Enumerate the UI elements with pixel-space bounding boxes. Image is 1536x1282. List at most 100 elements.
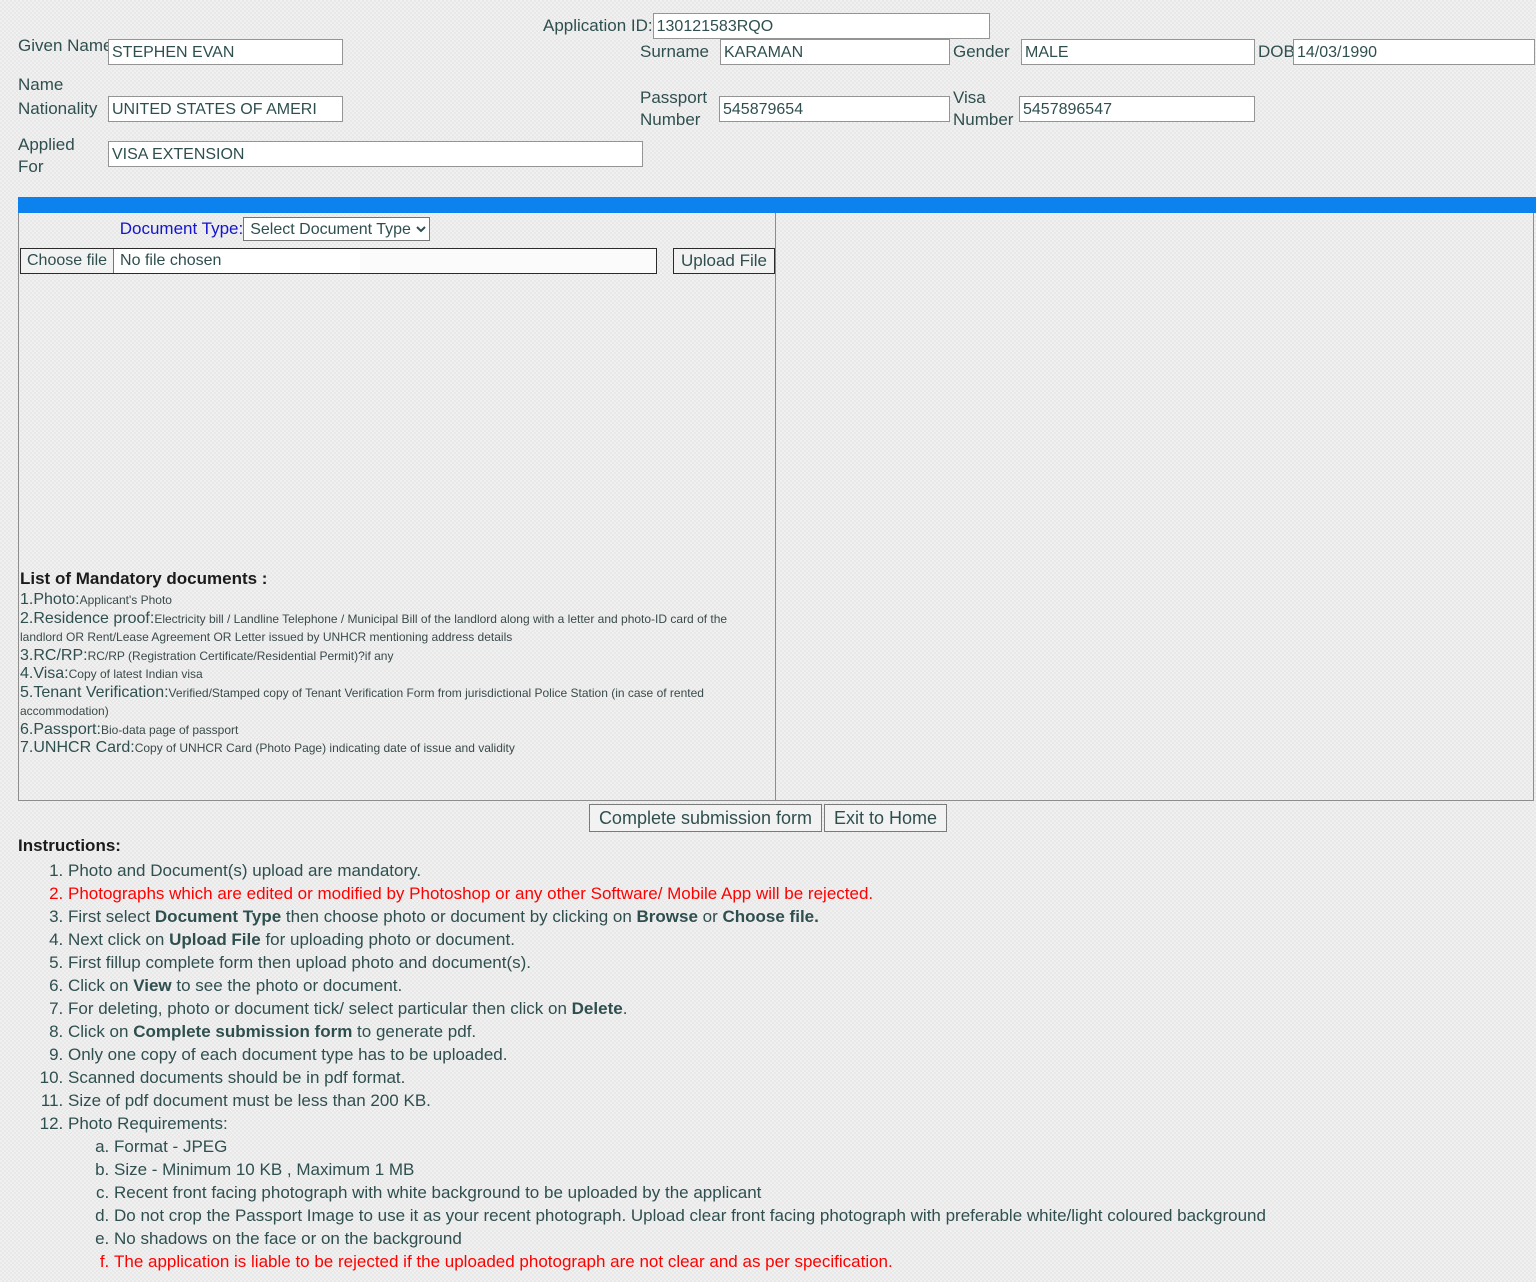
photo-requirement-item: No shadows on the face or on the backgro… <box>114 1227 1518 1250</box>
application-id-row: Application ID: 130121583RQO <box>0 0 1536 39</box>
instruction-emphasis: Choose file. <box>722 907 819 926</box>
instructions-title: Instructions: <box>18 836 121 855</box>
mandatory-item-key: Residence proof: <box>33 609 155 627</box>
instruction-text: . <box>622 999 628 1018</box>
instruction-item: Scanned documents should be in pdf forma… <box>68 1066 1518 1089</box>
instruction-emphasis: View <box>133 976 172 995</box>
passport-number-input[interactable]: 545879654 <box>719 96 950 122</box>
mandatory-item: 4.Visa:Copy of latest Indian visa <box>20 665 772 684</box>
visa-number-label: Visa <box>953 88 986 107</box>
instruction-text: For deleting, photo or document tick/ se… <box>68 999 572 1018</box>
instruction-text: to see the photo or document. <box>171 976 403 995</box>
mandatory-item-desc: Bio-data page of passport <box>100 722 239 737</box>
mandatory-item: 1.Photo:Applicant's Photo <box>20 591 772 610</box>
instruction-text: Next click on <box>68 930 170 949</box>
applied-for-label-line2: For <box>18 157 44 176</box>
instructions-section: Instructions: Photo and Document(s) uplo… <box>18 835 1518 1273</box>
mandatory-item: 2.Residence proof:Electricity bill / Lan… <box>20 610 772 647</box>
given-name-input[interactable]: STEPHEN EVAN <box>108 39 343 65</box>
document-type-row: Document Type: Select Document Type <box>19 213 775 245</box>
photo-requirement-item: Format - JPEG <box>114 1135 1518 1158</box>
instruction-emphasis: Browse <box>636 907 698 926</box>
applied-for-input[interactable]: VISA EXTENSION <box>108 141 643 167</box>
nationality-input[interactable]: UNITED STATES OF AMERI <box>108 96 343 122</box>
mandatory-item-key: UNHCR Card: <box>33 739 135 756</box>
instruction-text: then choose photo or document by clickin… <box>281 907 637 926</box>
instruction-emphasis: Document Type <box>154 907 282 926</box>
mandatory-item-key: Passport: <box>33 720 101 738</box>
mandatory-item-key: RC/RP: <box>33 646 88 664</box>
instruction-item: Photo and Document(s) upload are mandato… <box>68 859 1518 882</box>
mandatory-item-key: Visa: <box>33 665 69 682</box>
instruction-item: Click on View to see the photo or docume… <box>68 974 1518 997</box>
instruction-item: Click on Complete submission form to gen… <box>68 1020 1518 1043</box>
mandatory-item-desc: Copy of UNHCR Card (Photo Page) indicati… <box>134 741 515 755</box>
instruction-item: Only one copy of each document type has … <box>68 1043 1518 1066</box>
mandatory-item-number: 1. <box>20 591 34 608</box>
exit-to-home-button[interactable]: Exit to Home <box>824 804 948 832</box>
passport-number-label: Passport <box>640 88 708 107</box>
gender-input[interactable]: MALE <box>1021 39 1255 65</box>
application-id-input[interactable]: 130121583RQO <box>652 13 990 39</box>
file-input[interactable]: Choose file No file chosen <box>20 248 657 274</box>
instruction-emphasis: Complete submission form <box>133 1022 353 1041</box>
mandatory-item: 6.Passport:Bio-data page of passport <box>20 721 772 740</box>
instruction-text: for uploading photo or document. <box>260 930 515 949</box>
instruction-emphasis: Upload File <box>169 930 261 949</box>
document-type-label: Document Type: <box>119 219 244 238</box>
instruction-item: First select Document Type then choose p… <box>68 905 1518 928</box>
choose-file-button[interactable]: Choose file <box>21 249 115 273</box>
application-id-label: Application ID: <box>543 16 653 35</box>
given-name-label-line2: Name <box>18 75 64 94</box>
photo-requirement-item: Size - Minimum 10 KB , Maximum 1 MB <box>114 1158 1518 1181</box>
accent-bar <box>18 197 1536 213</box>
mandatory-item: 5.Tenant Verification:Verified/Stamped c… <box>20 684 772 721</box>
complete-submission-form-button[interactable]: Complete submission form <box>588 804 823 832</box>
mandatory-item-key: Photo: <box>33 591 80 608</box>
file-upload-row: Choose file No file chosen Upload File <box>20 248 775 274</box>
visa-number-label-line2: Number <box>953 110 1014 129</box>
mandatory-item-number: 3. <box>20 646 34 664</box>
instruction-item: Size of pdf document must be less than 2… <box>68 1089 1518 1112</box>
mandatory-item-number: 2. <box>20 609 34 627</box>
mandatory-item-number: 7. <box>20 739 34 756</box>
mandatory-item: 7.UNHCR Card:Copy of UNHCR Card (Photo P… <box>20 739 772 758</box>
upload-panel: Document Type: Select Document Type Choo… <box>18 213 1534 801</box>
dob-label: DOB <box>1258 42 1295 61</box>
passport-number-label-line2: Number <box>640 110 701 129</box>
instruction-text: Click on <box>68 976 134 995</box>
instruction-emphasis: Delete <box>571 999 623 1018</box>
name-row: Given Name STEPHEN EVAN Surname KARAMAN … <box>0 36 1536 83</box>
instruction-item: Next click on Upload File for uploading … <box>68 928 1518 951</box>
mandatory-item-number: 6. <box>20 720 34 738</box>
instruction-text: Click on <box>68 1022 134 1041</box>
instruction-text: First select <box>68 907 155 926</box>
photo-requirements-list: Format - JPEG Size - Minimum 10 KB , Max… <box>68 1135 1518 1273</box>
upload-file-button[interactable]: Upload File <box>673 248 775 274</box>
photo-requirement-item: Do not crop the Passport Image to use it… <box>114 1204 1518 1227</box>
mandatory-item-key: Tenant Verification: <box>33 683 169 701</box>
mandatory-item-number: 4. <box>20 665 34 682</box>
given-name-label: Given Name <box>18 36 113 55</box>
photo-requirement-item: Recent front facing photograph with whit… <box>114 1181 1518 1204</box>
instructions-list: Photo and Document(s) upload are mandato… <box>18 859 1518 1273</box>
nationality-label: Nationality <box>18 99 98 118</box>
document-type-select[interactable]: Select Document Type <box>243 217 431 241</box>
surname-label: Surname <box>640 42 709 61</box>
nationality-row: Name Nationality UNITED STATES OF AMERI … <box>0 75 1536 129</box>
applied-for-row: Applied For VISA EXTENSION <box>0 129 1536 176</box>
mandatory-documents-title: List of Mandatory documents : <box>20 569 268 588</box>
mandatory-item-desc: Copy of latest Indian visa <box>68 667 203 681</box>
gender-label: Gender <box>953 42 1010 61</box>
dob-input[interactable]: 14/03/1990 <box>1293 39 1535 65</box>
mandatory-documents-list: List of Mandatory documents : 1.Photo:Ap… <box>20 569 772 758</box>
instruction-item: For deleting, photo or document tick/ se… <box>68 997 1518 1020</box>
surname-input[interactable]: KARAMAN <box>720 39 950 65</box>
action-buttons: Complete submission form Exit to Home <box>0 804 1536 832</box>
instruction-text: Photo Requirements: <box>68 1114 228 1133</box>
visa-number-input[interactable]: 5457896547 <box>1019 96 1255 122</box>
mandatory-item: 3.RC/RP:RC/RP (Registration Certificate/… <box>20 647 772 666</box>
instruction-item: First fillup complete form then upload p… <box>68 951 1518 974</box>
file-name-display: No file chosen <box>114 249 361 273</box>
mandatory-item-desc: RC/RP (Registration Certificate/Resident… <box>87 648 394 663</box>
